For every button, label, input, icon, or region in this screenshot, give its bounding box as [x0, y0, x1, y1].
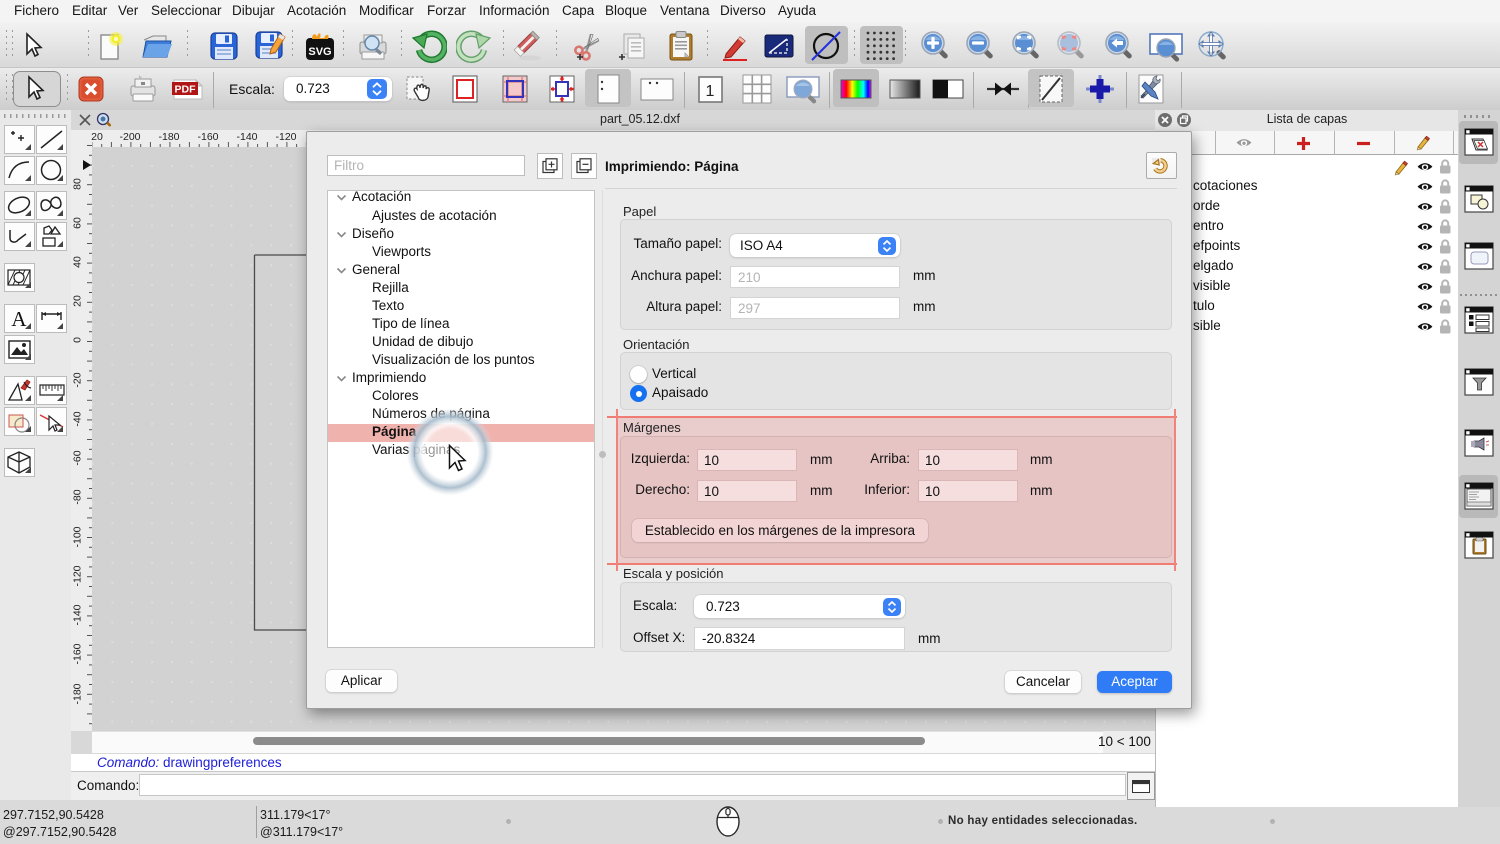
- svg-text:1: 1: [706, 83, 715, 100]
- svg-text:SVG: SVG: [308, 46, 331, 58]
- svg-text:A: A: [11, 307, 27, 331]
- svg-text:PDF: PDF: [175, 84, 197, 96]
